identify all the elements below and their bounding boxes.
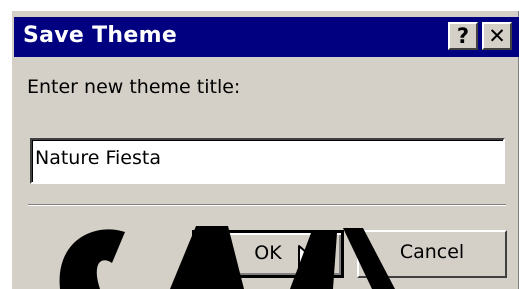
close-button[interactable]: ✕ bbox=[482, 22, 512, 50]
dialog-title: Save Theme bbox=[23, 23, 178, 48]
title-bar[interactable]: Save Theme ? ✕ bbox=[14, 17, 519, 57]
close-icon: ✕ bbox=[488, 24, 506, 48]
cancel-button[interactable]: Cancel bbox=[357, 230, 507, 278]
theme-title-input[interactable]: Nature Fiesta bbox=[30, 138, 505, 184]
separator bbox=[28, 204, 506, 206]
help-button[interactable]: ? bbox=[448, 22, 478, 50]
theme-title-prompt: Enter new theme title: bbox=[27, 76, 241, 98]
help-icon: ? bbox=[456, 24, 470, 48]
save-theme-dialog: Save Theme ? ✕ Enter new theme title: Na… bbox=[11, 10, 519, 289]
mouse-pointer-icon bbox=[298, 245, 322, 281]
